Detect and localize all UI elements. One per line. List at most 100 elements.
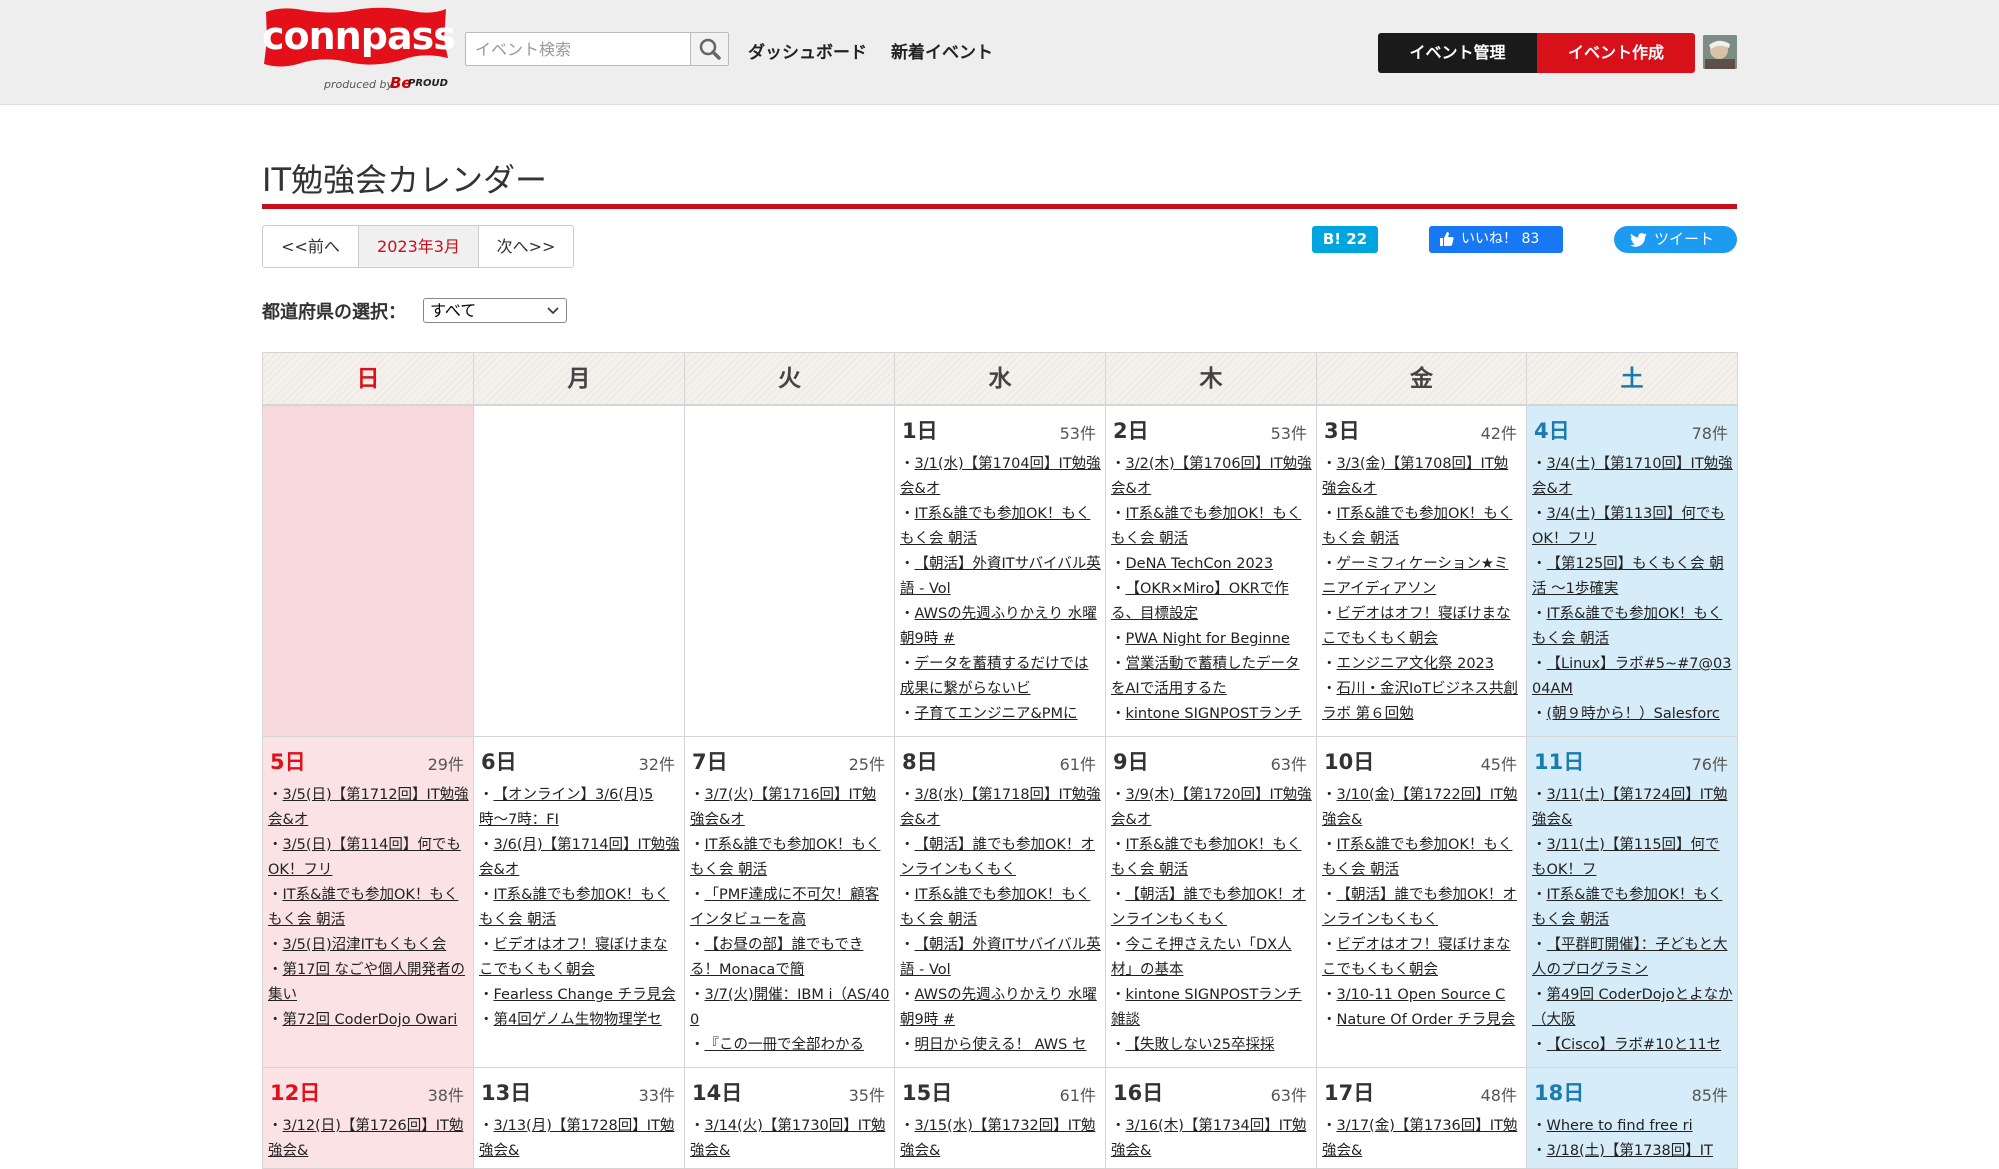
event-link[interactable]: IT系&誰でも参加OK！もくもく会 朝活 bbox=[1111, 502, 1312, 552]
event-link[interactable]: 第4回ゲノム生物物理学セ bbox=[479, 1008, 680, 1033]
event-link[interactable]: 3/4(土)【第1710回】IT勉強会&オ bbox=[1532, 452, 1733, 502]
event-link[interactable]: 【Cisco】ラボ#10と11セ bbox=[1532, 1033, 1733, 1058]
event-count[interactable]: 53件 bbox=[1060, 420, 1096, 444]
event-count[interactable]: 32件 bbox=[639, 751, 675, 775]
event-count[interactable]: 29件 bbox=[428, 751, 464, 775]
event-link[interactable]: データを蓄積するだけでは成果に繋がらないビ bbox=[900, 652, 1101, 702]
event-link[interactable]: 『この一冊で全部わかる bbox=[690, 1033, 890, 1058]
event-link[interactable]: IT系&誰でも参加OK！もくもく会 朝活 bbox=[1532, 883, 1733, 933]
event-link[interactable]: 今こそ押さえたい「DX人材」の基本 bbox=[1111, 933, 1312, 983]
event-link[interactable]: 【OKR×Miro】OKRで作る、目標設定 bbox=[1111, 577, 1312, 627]
event-link[interactable]: IT系&誰でも参加OK！もくもく会 朝活 bbox=[900, 502, 1101, 552]
event-link[interactable]: 営業活動で蓄積したデータをAIで活用するた bbox=[1111, 652, 1312, 702]
event-count[interactable]: 45件 bbox=[1481, 751, 1517, 775]
event-count[interactable]: 35件 bbox=[849, 1082, 885, 1106]
event-link[interactable]: AWSの先週ふりかえり 水曜朝9時 # bbox=[900, 602, 1101, 652]
event-count[interactable]: 61件 bbox=[1060, 751, 1096, 775]
event-link[interactable]: Where to find free ri bbox=[1532, 1114, 1733, 1139]
event-link[interactable]: 【朝活】誰でも参加OK！オンラインもくもく bbox=[1111, 883, 1312, 933]
event-link[interactable]: 3/8(水)【第1718回】IT勉強会&オ bbox=[900, 783, 1101, 833]
event-link[interactable]: 【朝活】外資ITサバイバル英語 - Vol bbox=[900, 933, 1101, 983]
event-link[interactable]: 3/13(月)【第1728回】IT勉強会& bbox=[479, 1114, 680, 1164]
event-count[interactable]: 61件 bbox=[1060, 1082, 1096, 1106]
event-link[interactable]: 3/9(木)【第1720回】IT勉強会&オ bbox=[1111, 783, 1312, 833]
event-link[interactable]: 3/12(日)【第1726回】IT勉強会& bbox=[268, 1114, 469, 1164]
event-count[interactable]: 53件 bbox=[1271, 420, 1307, 444]
next-month-link[interactable]: 次へ>> bbox=[479, 226, 573, 267]
event-link[interactable]: 3/1(水)【第1704回】IT勉強会&オ bbox=[900, 452, 1101, 502]
nav-new-events[interactable]: 新着イベント bbox=[891, 38, 993, 63]
event-link[interactable]: 3/10-11 Open Source C bbox=[1322, 983, 1522, 1008]
event-count[interactable]: 42件 bbox=[1481, 420, 1517, 444]
event-link[interactable]: 第17回 なごや個人開発者の集い bbox=[268, 958, 469, 1008]
event-manage-button[interactable]: イベント管理 bbox=[1378, 33, 1537, 73]
event-count[interactable]: 48件 bbox=[1481, 1082, 1517, 1106]
search-input[interactable] bbox=[466, 33, 690, 65]
event-link[interactable]: 3/14(火)【第1730回】IT勉強会& bbox=[690, 1114, 890, 1164]
event-link[interactable]: IT系&誰でも参加OK！もくもく会 朝活 bbox=[900, 883, 1101, 933]
event-count[interactable]: 33件 bbox=[639, 1082, 675, 1106]
event-link[interactable]: 【朝活】誰でも参加OK！オンラインもくもく bbox=[900, 833, 1101, 883]
event-link[interactable]: IT系&誰でも参加OK！もくもく会 朝活 bbox=[1322, 502, 1522, 552]
event-link[interactable]: 3/6(月)【第1714回】IT勉強会&オ bbox=[479, 833, 680, 883]
nav-dashboard[interactable]: ダッシュボード bbox=[748, 38, 867, 63]
event-link[interactable]: 3/10(金)【第1722回】IT勉強会& bbox=[1322, 783, 1522, 833]
event-link[interactable]: ビデオはオフ！寝ぼけまなこでもくもく朝会 bbox=[1322, 602, 1522, 652]
facebook-like-button[interactable]: いいね！ 83 bbox=[1429, 226, 1563, 253]
event-count[interactable]: 25件 bbox=[849, 751, 885, 775]
prev-month-link[interactable]: <<前へ bbox=[263, 226, 358, 267]
event-link[interactable]: 【第125回】もくもく会 朝活 〜1歩確実 bbox=[1532, 552, 1733, 602]
event-count[interactable]: 63件 bbox=[1271, 1082, 1307, 1106]
event-link[interactable]: ビデオはオフ！寝ぼけまなこでもくもく朝会 bbox=[479, 933, 680, 983]
event-link[interactable]: 3/5(日)沼津ITもくもく会 bbox=[268, 933, 469, 958]
event-link[interactable]: 3/15(水)【第1732回】IT勉強会& bbox=[900, 1114, 1101, 1164]
event-count[interactable]: 76件 bbox=[1692, 751, 1728, 775]
event-link[interactable]: IT系&誰でも参加OK！もくもく会 朝活 bbox=[690, 833, 890, 883]
event-link[interactable]: 「PMF達成に不可欠！顧客インタビューを高 bbox=[690, 883, 890, 933]
event-link[interactable]: 3/17(金)【第1736回】IT勉強会& bbox=[1322, 1114, 1522, 1164]
event-link[interactable]: 【Linux】ラボ#5~#7@0304AM bbox=[1532, 652, 1733, 702]
event-link[interactable]: 【オンライン】3/6(月)5時〜7時：FI bbox=[479, 783, 680, 833]
event-link[interactable]: IT系&誰でも参加OK！もくもく会 朝活 bbox=[268, 883, 469, 933]
connpass-logo[interactable]: connpass bbox=[262, 6, 456, 70]
event-link[interactable]: 3/7(火)開催：IBM i（AS/400 bbox=[690, 983, 890, 1033]
event-link[interactable]: 3/11(土)【第115回】何でもOK！フ bbox=[1532, 833, 1733, 883]
event-link[interactable]: IT系&誰でも参加OK！もくもく会 朝活 bbox=[1532, 602, 1733, 652]
hatena-bookmark-button[interactable]: B! 22 bbox=[1312, 226, 1378, 253]
event-link[interactable]: kintone SIGNPOSTランチ bbox=[1111, 702, 1312, 727]
event-count[interactable]: 78件 bbox=[1692, 420, 1728, 444]
event-link[interactable]: 3/5(日)【第114回】何でもOK！フリ bbox=[268, 833, 469, 883]
event-link[interactable]: ビデオはオフ！寝ぼけまなこでもくもく朝会 bbox=[1322, 933, 1522, 983]
user-avatar[interactable] bbox=[1703, 35, 1737, 69]
event-count[interactable]: 63件 bbox=[1271, 751, 1307, 775]
event-link[interactable]: 【お昼の部】誰でもできる！Monacaで簡 bbox=[690, 933, 890, 983]
event-link[interactable]: 明日から使える！ AWS セ bbox=[900, 1033, 1101, 1058]
event-link[interactable]: kintone SIGNPOSTランチ雑談 bbox=[1111, 983, 1312, 1033]
event-link[interactable]: (朝９時から！）Salesforc bbox=[1532, 702, 1733, 727]
event-link[interactable]: 【失敗しない25卒採採 bbox=[1111, 1033, 1312, 1058]
event-link[interactable]: 石川・金沢IoTビジネス共創ラボ 第６回勉 bbox=[1322, 677, 1522, 727]
event-link[interactable]: AWSの先週ふりかえり 水曜朝9時 # bbox=[900, 983, 1101, 1033]
event-link[interactable]: 第49回 CoderDojoとよなか（大阪 bbox=[1532, 983, 1733, 1033]
prefecture-select[interactable]: すべて bbox=[423, 298, 567, 323]
event-count[interactable]: 85件 bbox=[1692, 1082, 1728, 1106]
event-link[interactable]: エンジニア文化祭 2023 bbox=[1322, 652, 1522, 677]
event-link[interactable]: 3/2(木)【第1706回】IT勉強会&オ bbox=[1111, 452, 1312, 502]
event-link[interactable]: 3/3(金)【第1708回】IT勉強会&オ bbox=[1322, 452, 1522, 502]
event-create-button[interactable]: イベント作成 bbox=[1537, 33, 1695, 73]
event-link[interactable]: 3/5(日)【第1712回】IT勉強会&オ bbox=[268, 783, 469, 833]
tweet-button[interactable]: ツイート bbox=[1614, 226, 1737, 253]
event-count[interactable]: 38件 bbox=[428, 1082, 464, 1106]
event-link[interactable]: IT系&誰でも参加OK！もくもく会 朝活 bbox=[1111, 833, 1312, 883]
event-link[interactable]: IT系&誰でも参加OK！もくもく会 朝活 bbox=[479, 883, 680, 933]
event-link[interactable]: 第72回 CoderDojo Owari bbox=[268, 1008, 469, 1033]
event-link[interactable]: 【朝活】誰でも参加OK！オンラインもくもく bbox=[1322, 883, 1522, 933]
event-link[interactable]: DeNA TechCon 2023 bbox=[1111, 552, 1312, 577]
event-link[interactable]: Nature Of Order チラ見会 bbox=[1322, 1008, 1522, 1033]
event-link[interactable]: 子育てエンジニア&PMに bbox=[900, 702, 1101, 727]
event-link[interactable]: 【朝活】外資ITサバイバル英語 - Vol bbox=[900, 552, 1101, 602]
search-button[interactable] bbox=[690, 33, 728, 65]
event-link[interactable]: IT系&誰でも参加OK！もくもく会 朝活 bbox=[1322, 833, 1522, 883]
event-link[interactable]: 3/11(土)【第1724回】IT勉強会& bbox=[1532, 783, 1733, 833]
event-link[interactable]: Fearless Change チラ見会 bbox=[479, 983, 680, 1008]
